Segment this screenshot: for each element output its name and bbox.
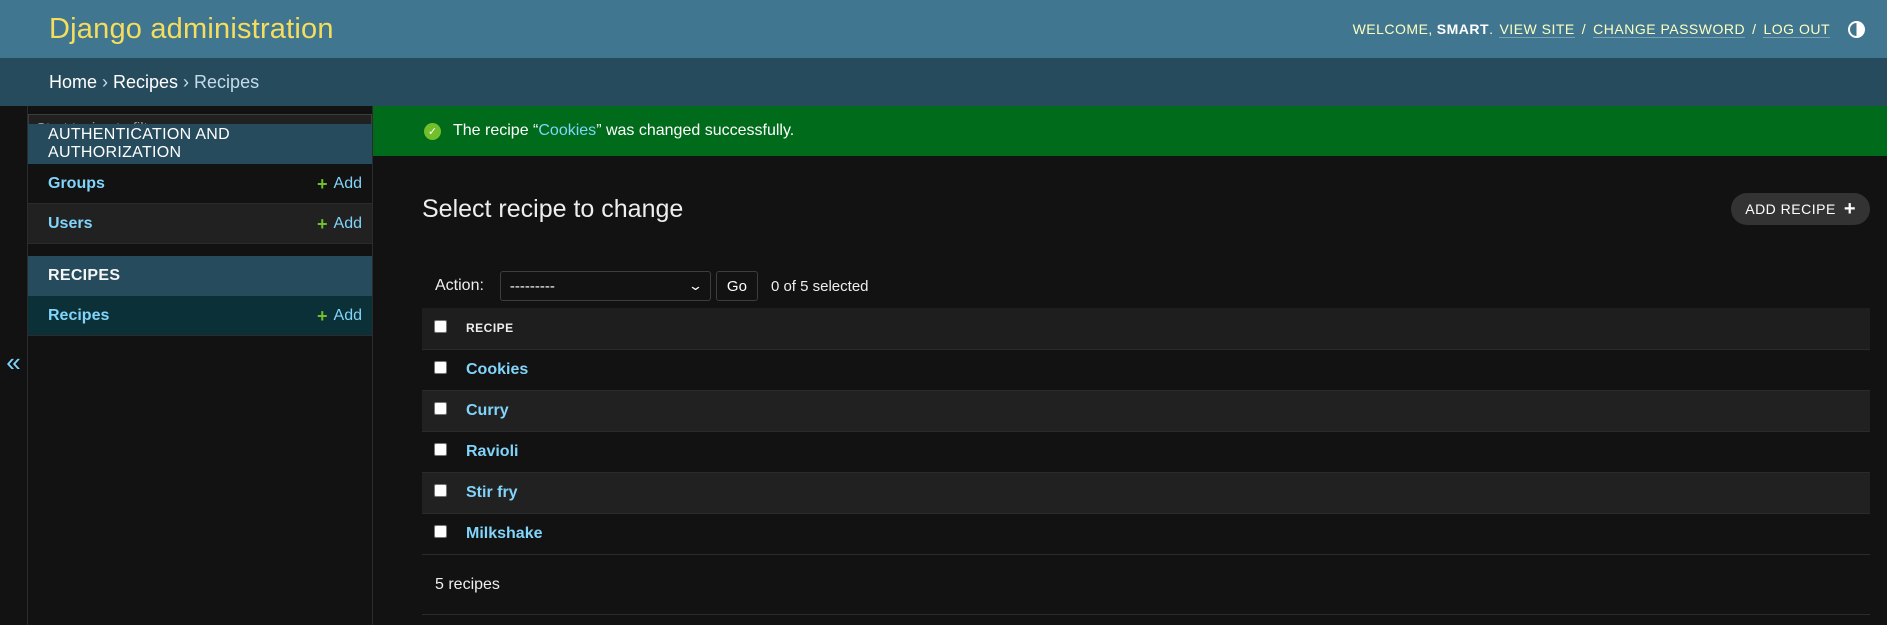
result-table: Recipe Cookies Curry Ravioli Stir fry [422, 308, 1870, 555]
view-site-link[interactable]: View site [1499, 21, 1575, 38]
add-recipe-button[interactable]: Add recipe + [1731, 193, 1870, 225]
sidebar-item-recipes-link[interactable]: Recipes [48, 307, 109, 325]
select-all-cell [422, 308, 466, 349]
add-label[interactable]: Add [334, 175, 362, 193]
header: Django administration Welcome, smart. Vi… [0, 0, 1887, 58]
action-label: Action: [435, 277, 484, 294]
table-header-row: Recipe [422, 308, 1870, 349]
selection-counter: 0 of 5 selected [770, 277, 869, 295]
success-message: ✓ The recipe “Cookies” was changed succe… [373, 106, 1887, 156]
module-caption-recipes[interactable]: Recipes [28, 256, 372, 296]
message-suffix: ” was changed successfully. [596, 122, 795, 139]
breadcrumb-home[interactable]: Home [49, 72, 97, 93]
sidebar-item-users-link[interactable]: Users [48, 215, 92, 233]
plus-icon: + [317, 173, 328, 194]
row-checkbox[interactable] [434, 442, 447, 456]
add-label[interactable]: Add [334, 307, 362, 325]
username: smart [1436, 21, 1490, 37]
row-checkbox[interactable] [434, 401, 447, 415]
page-title: Select recipe to change [422, 195, 684, 223]
sidebar-item-recipes: Recipes + Add [28, 296, 372, 336]
sidebar-item-users: Users + Add [28, 204, 372, 244]
breadcrumb-current: Recipes [194, 71, 260, 92]
actions-bar: Action: --------- ⌄ Go 0 of 5 selected [422, 266, 1870, 306]
table-row: Curry [422, 390, 1870, 431]
row-link[interactable]: Cookies [466, 361, 528, 378]
sidebar-toggle[interactable]: « [0, 106, 28, 625]
add-group-link[interactable]: + Add [317, 175, 362, 193]
collapse-arrow-icon[interactable]: « [6, 347, 20, 378]
table-row: Milkshake [422, 513, 1870, 554]
message-object-link[interactable]: Cookies [538, 122, 596, 140]
breadcrumb-app[interactable]: Recipes [113, 72, 178, 93]
result-count: 5 recipes [435, 575, 500, 593]
table-row: Stir fry [422, 472, 1870, 513]
row-link[interactable]: Stir fry [466, 484, 518, 501]
paginator: 5 recipes [422, 555, 1870, 615]
table-row: Cookies [422, 349, 1870, 390]
action-select[interactable]: --------- ⌄ [499, 271, 711, 301]
row-link[interactable]: Curry [466, 402, 509, 419]
module-caption-label[interactable]: Recipes [48, 267, 120, 285]
column-header-label[interactable]: Recipe [466, 321, 514, 335]
sidebar-item-groups-link[interactable]: Groups [48, 175, 105, 193]
add-recipe-link[interactable]: + Add [317, 307, 362, 325]
add-label[interactable]: Add [334, 215, 362, 233]
welcome-label: Welcome, [1352, 21, 1433, 37]
row-checkbox[interactable] [434, 360, 447, 374]
sidebar-item-groups: Groups + Add [28, 164, 372, 204]
breadcrumb-separator: › [102, 71, 109, 92]
table-row: Ravioli [422, 431, 1870, 472]
message-prefix: The recipe “ [453, 122, 539, 139]
log-out-link[interactable]: Log out [1763, 21, 1830, 38]
action-selected-value[interactable]: --------- [510, 278, 555, 295]
row-checkbox[interactable] [434, 524, 447, 538]
row-link[interactable]: Ravioli [466, 443, 518, 460]
select-all-checkbox[interactable] [434, 319, 447, 333]
plus-icon: + [317, 305, 328, 326]
success-check-icon: ✓ [424, 122, 441, 140]
breadcrumb-separator: › [183, 71, 190, 92]
add-recipe-button-label[interactable]: Add recipe [1745, 201, 1836, 217]
content: ✓ The recipe “Cookies” was changed succe… [373, 106, 1887, 625]
row-link[interactable]: Milkshake [466, 525, 542, 542]
module-caption-auth[interactable]: Authentication and Authorization [28, 124, 372, 164]
add-user-link[interactable]: + Add [317, 215, 362, 233]
plus-icon: + [1843, 198, 1856, 220]
theme-toggle-icon[interactable] [1848, 20, 1865, 38]
change-password-link[interactable]: Change password [1593, 21, 1746, 38]
go-button[interactable]: Go [715, 271, 758, 301]
module-caption-label[interactable]: Authentication and Authorization [48, 126, 352, 162]
user-tools: Welcome, smart. View site / Change passw… [1352, 20, 1865, 38]
sidebar: Authentication and Authorization Groups … [28, 106, 373, 625]
chevron-down-icon[interactable]: ⌄ [688, 278, 703, 294]
breadcrumb: Home › Recipes › Recipes [0, 58, 1887, 106]
row-checkbox[interactable] [434, 483, 447, 497]
plus-icon: + [317, 213, 328, 234]
column-header-recipe[interactable]: Recipe [466, 308, 1870, 349]
site-name[interactable]: Django administration [49, 13, 334, 46]
